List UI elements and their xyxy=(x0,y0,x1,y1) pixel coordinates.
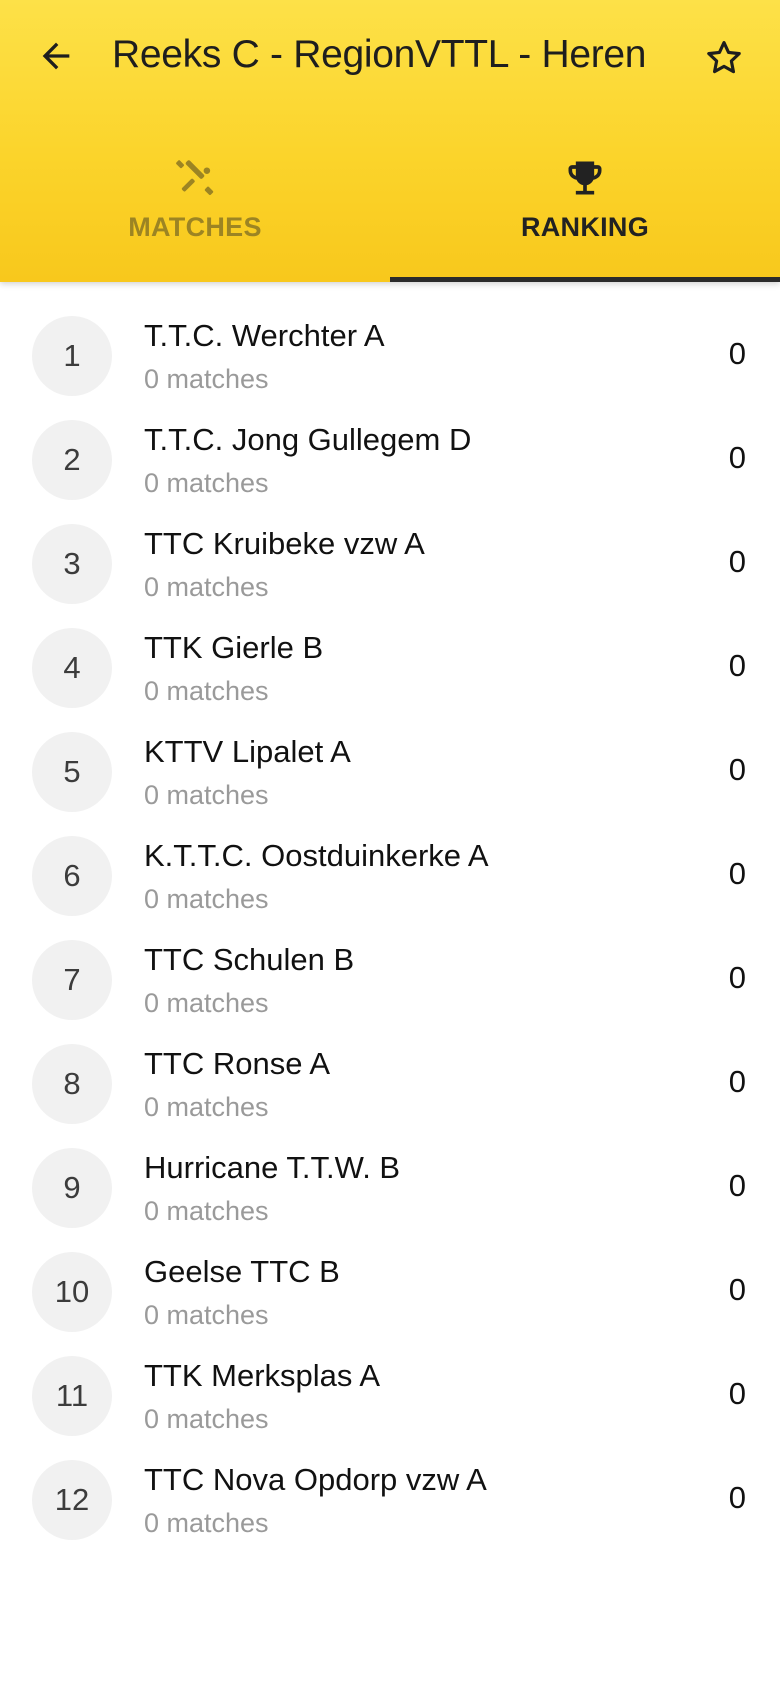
points: 0 xyxy=(728,544,746,579)
team-name: Geelse TTC B xyxy=(144,1254,340,1289)
rank-badge: 3 xyxy=(32,524,112,604)
team-name: TTC Kruibeke vzw A xyxy=(144,526,425,561)
team-name: TTK Merksplas A xyxy=(144,1358,380,1393)
points: 0 xyxy=(728,752,746,787)
team-name: T.T.C. Werchter A xyxy=(144,318,385,353)
star-outline-icon xyxy=(703,37,745,84)
matches-count: 0 matches xyxy=(144,1196,269,1226)
ranking-row[interactable]: 12 TTC Nova Opdorp vzw A 0 matches 0 xyxy=(0,1448,780,1552)
matches-count: 0 matches xyxy=(144,780,269,810)
team-name: TTC Ronse A xyxy=(144,1046,331,1081)
matches-count: 0 matches xyxy=(144,884,269,914)
rank-badge: 1 xyxy=(32,316,112,396)
matches-count: 0 matches xyxy=(144,572,269,602)
favorite-button[interactable] xyxy=(694,30,754,90)
ranking-row[interactable]: 4 TTK Gierle B 0 matches 0 xyxy=(0,616,780,720)
app-bar: Reeks C - RegionVTTL - Heren MATCHES RAN… xyxy=(0,0,780,282)
matches-count: 0 matches xyxy=(144,1092,269,1122)
rank-badge: 8 xyxy=(32,1044,112,1124)
matches-count: 0 matches xyxy=(144,468,269,498)
team-name: TTC Nova Opdorp vzw A xyxy=(144,1462,487,1497)
team-name: TTK Gierle B xyxy=(144,630,324,665)
ranking-row[interactable]: 10 Geelse TTC B 0 matches 0 xyxy=(0,1240,780,1344)
toolbar: Reeks C - RegionVTTL - Heren xyxy=(0,0,780,120)
arrow-left-icon xyxy=(36,36,76,81)
active-tab-indicator xyxy=(390,277,780,282)
ranking-row[interactable]: 1 T.T.C. Werchter A 0 matches 0 xyxy=(0,304,780,408)
ranking-row[interactable]: 6 K.T.T.C. Oostduinkerke A 0 matches 0 xyxy=(0,824,780,928)
ranking-list: 1 T.T.C. Werchter A 0 matches 0 2 T.T.C.… xyxy=(0,304,780,1552)
rank-badge: 10 xyxy=(32,1252,112,1332)
points: 0 xyxy=(728,1376,746,1411)
team-name: KTTV Lipalet A xyxy=(144,734,351,769)
points: 0 xyxy=(728,1480,746,1515)
points: 0 xyxy=(728,648,746,683)
ranking-row[interactable]: 5 KTTV Lipalet A 0 matches 0 xyxy=(0,720,780,824)
rank-badge: 12 xyxy=(32,1460,112,1540)
tab-matches[interactable]: MATCHES xyxy=(0,140,390,282)
ranking-row[interactable]: 3 TTC Kruibeke vzw A 0 matches 0 xyxy=(0,512,780,616)
ranking-row[interactable]: 9 Hurricane T.T.W. B 0 matches 0 xyxy=(0,1136,780,1240)
points: 0 xyxy=(728,960,746,995)
tab-ranking[interactable]: RANKING xyxy=(390,140,780,282)
tab-matches-label: MATCHES xyxy=(128,212,262,242)
ranking-row[interactable]: 11 TTK Merksplas A 0 matches 0 xyxy=(0,1344,780,1448)
matches-count: 0 matches xyxy=(144,676,269,706)
rank-badge: 5 xyxy=(32,732,112,812)
points: 0 xyxy=(728,1272,746,1307)
points: 0 xyxy=(728,1064,746,1099)
rank-badge: 2 xyxy=(32,420,112,500)
matches-count: 0 matches xyxy=(144,1404,269,1434)
rank-badge: 9 xyxy=(32,1148,112,1228)
team-name: Hurricane T.T.W. B xyxy=(144,1150,401,1185)
matches-count: 0 matches xyxy=(144,1300,269,1330)
points: 0 xyxy=(728,440,746,475)
tab-bar: MATCHES RANKING xyxy=(0,140,780,282)
points: 0 xyxy=(728,856,746,891)
rank-badge: 4 xyxy=(32,628,112,708)
back-button[interactable] xyxy=(26,28,86,88)
ranking-row[interactable]: 8 TTC Ronse A 0 matches 0 xyxy=(0,1032,780,1136)
ping-pong-paddles-icon xyxy=(171,154,219,202)
trophy-icon xyxy=(561,154,609,202)
rank-badge: 6 xyxy=(32,836,112,916)
matches-count: 0 matches xyxy=(144,988,269,1018)
tab-ranking-label: RANKING xyxy=(520,212,650,242)
team-name: T.T.C. Jong Gullegem D xyxy=(144,422,472,457)
ranking-row[interactable]: 7 TTC Schulen B 0 matches 0 xyxy=(0,928,780,1032)
rank-badge: 7 xyxy=(32,940,112,1020)
team-name: K.T.T.C. Oostduinkerke A xyxy=(144,838,489,873)
rank-badge: 11 xyxy=(32,1356,112,1436)
points: 0 xyxy=(728,1168,746,1203)
points: 0 xyxy=(728,336,746,371)
ranking-row[interactable]: 2 T.T.C. Jong Gullegem D 0 matches 0 xyxy=(0,408,780,512)
page-title: Reeks C - RegionVTTL - Heren xyxy=(112,33,647,76)
matches-count: 0 matches xyxy=(144,364,269,394)
matches-count: 0 matches xyxy=(144,1508,269,1538)
team-name: TTC Schulen B xyxy=(144,942,355,977)
